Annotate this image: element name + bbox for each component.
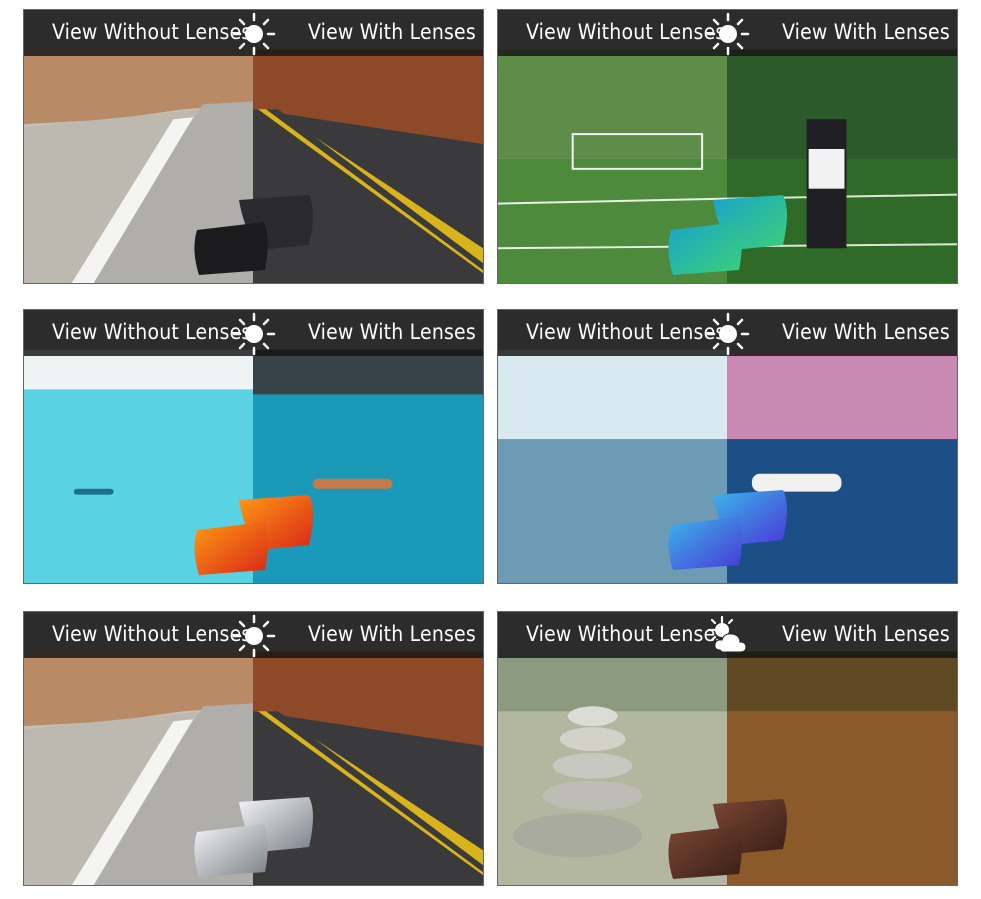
without-lenses-label: View Without Lenses [526, 20, 726, 44]
lens-comparison-panel-3: View Without Lenses View With Lenses [23, 309, 484, 584]
without-lenses-label: View Without Lenses [52, 320, 252, 344]
without-lenses-label: View Without Lenses [52, 20, 252, 44]
without-lenses-label: View Without Lenses [52, 622, 252, 646]
with-lenses-label: View With Lenses [308, 20, 476, 44]
sun-cloud-icon [707, 615, 747, 653]
lens-comparison-panel-2: View Without Lenses View With Lenses [497, 9, 958, 284]
with-lenses-label: View With Lenses [782, 320, 950, 344]
with-lenses-label: View With Lenses [308, 320, 476, 344]
panel-header: View Without Lenses View With Lenses [498, 612, 957, 658]
panel-header: View Without Lenses View With Lenses [24, 612, 483, 658]
without-lenses-label: View Without Lenses [526, 320, 726, 344]
panel-header: View Without Lenses View With Lenses [24, 10, 483, 56]
sun-icon [706, 312, 750, 356]
lens-pair-silver [194, 797, 313, 877]
panel-header: View Without Lenses View With Lenses [498, 10, 957, 56]
with-lenses-label: View With Lenses [308, 622, 476, 646]
sun-icon [232, 312, 276, 356]
lens-comparison-panel-5: View Without Lenses View With Lenses [23, 611, 484, 886]
sun-icon [706, 12, 750, 56]
lens-comparison-panel-4: View Without Lenses View With Lenses [497, 309, 958, 584]
lens-pair-red [194, 495, 313, 575]
lens-comparison-panel-6: View Without Lenses View With Lenses [497, 611, 958, 886]
sun-icon [232, 614, 276, 658]
lens-pair-black [194, 195, 313, 275]
panel-header: View Without Lenses View With Lenses [498, 310, 957, 356]
with-lenses-label: View With Lenses [782, 622, 950, 646]
lens-comparison-panel-1: View Without Lenses View With Lenses [23, 9, 484, 284]
panel-header: View Without Lenses View With Lenses [24, 310, 483, 356]
lens-pair-blue [668, 490, 787, 570]
lens-pair-brown [668, 799, 787, 879]
without-lenses-label: View Without Lenses [526, 622, 726, 646]
lens-pair-green [668, 195, 787, 275]
with-lenses-label: View With Lenses [782, 20, 950, 44]
sun-icon [232, 12, 276, 56]
